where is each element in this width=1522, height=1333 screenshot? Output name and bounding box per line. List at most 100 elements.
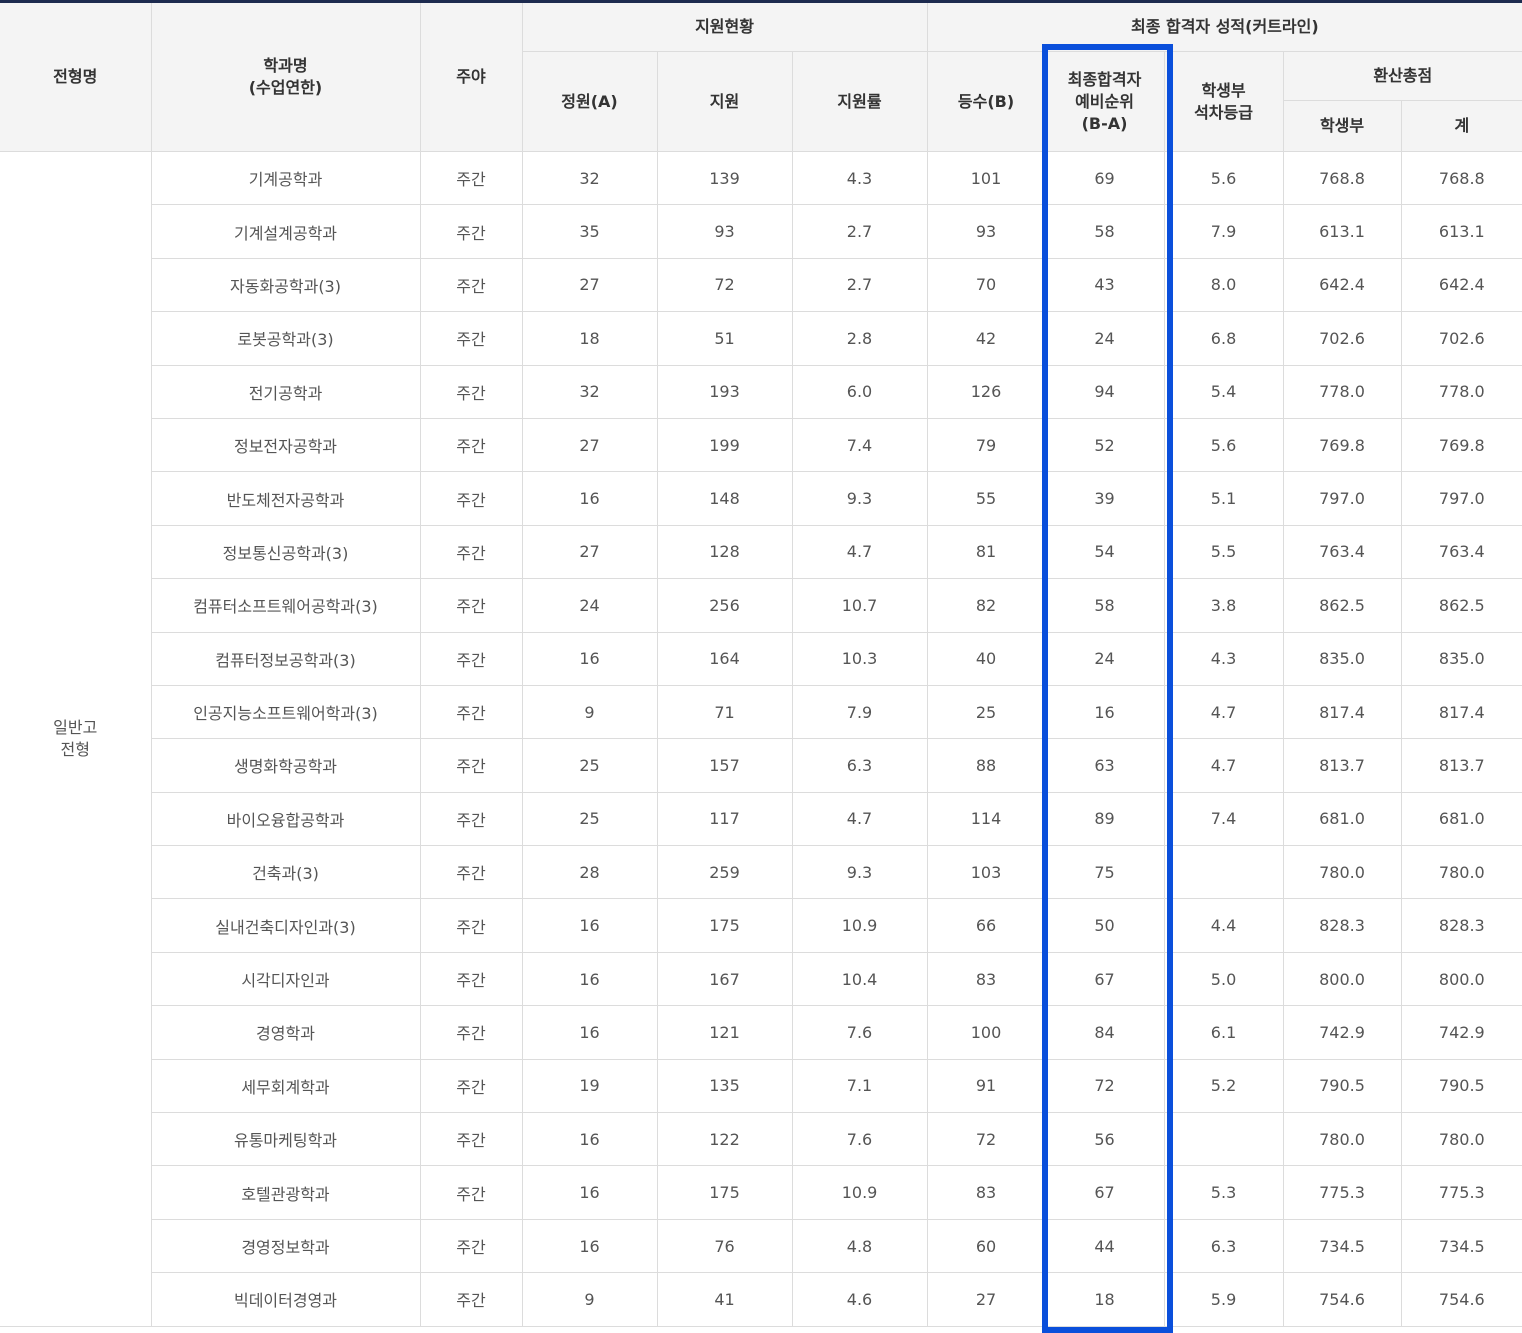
- score-total-cell: 778.0: [1400, 364, 1522, 419]
- header-score-total: 계: [1400, 100, 1522, 152]
- score-total-cell: 800.0: [1400, 951, 1522, 1007]
- table-row: 정보통신공학과(3) 주간 27 128 4.7 81 54 5.5 763.4 763.4: [0, 524, 1522, 580]
- applied-cell: 256: [656, 578, 793, 633]
- department-cell: 전기공학과: [151, 364, 421, 419]
- applied-cell: 157: [656, 738, 793, 793]
- ratio-cell: 6.3: [791, 738, 928, 793]
- department-cell: 경영정보학과: [151, 1218, 421, 1274]
- reserve-rank-cell: 50: [1044, 898, 1165, 953]
- quota-cell: 27: [521, 257, 658, 313]
- quota-cell: 18: [521, 311, 658, 366]
- ratio-cell: 4.3: [791, 150, 928, 206]
- score-record-cell: 828.3: [1282, 898, 1402, 953]
- score-total-cell: 790.5: [1400, 1058, 1522, 1114]
- department-cell: 정보전자공학과: [151, 417, 421, 473]
- table-row: 빅데이터경영과 주간 9 41 4.6 27 18 5.9 754.6 754.6: [0, 1272, 1522, 1327]
- department-cell: 세무회계학과: [151, 1058, 421, 1114]
- header-reserve-line1: 최종합격자: [1067, 69, 1142, 89]
- record-grade-cell: 5.3: [1163, 1165, 1284, 1220]
- day-night-cell: 주간: [419, 257, 523, 313]
- header-rank: 등수(B): [926, 51, 1046, 152]
- table-row: 정보전자공학과 주간 27 199 7.4 79 52 5.6 769.8 769.8: [0, 417, 1522, 473]
- record-grade-cell: 5.4: [1163, 364, 1284, 419]
- score-total-cell: 769.8: [1400, 417, 1522, 473]
- day-night-cell: 주간: [419, 845, 523, 900]
- table-row: 자동화공학과(3) 주간 27 72 2.7 70 43 8.0 642.4 642.4: [0, 257, 1522, 313]
- score-total-cell: 828.3: [1400, 898, 1522, 953]
- day-night-cell: 주간: [419, 578, 523, 633]
- ratio-cell: 4.7: [791, 524, 928, 580]
- record-grade-cell: 5.9: [1163, 1272, 1284, 1327]
- score-total-cell: 768.8: [1400, 150, 1522, 206]
- day-night-cell: 주간: [419, 311, 523, 366]
- quota-cell: 9: [521, 684, 658, 740]
- header-score-record: 학생부: [1283, 100, 1402, 152]
- record-grade-cell: 5.6: [1163, 150, 1284, 206]
- department-cell: 자동화공학과(3): [151, 257, 421, 313]
- record-grade-cell: 5.5: [1163, 524, 1284, 580]
- score-record-cell: 780.0: [1282, 845, 1402, 900]
- score-record-cell: 797.0: [1282, 471, 1402, 526]
- reserve-rank-cell: 63: [1044, 738, 1165, 793]
- reserve-rank-cell: 24: [1044, 311, 1165, 366]
- rank-cell: 66: [926, 898, 1046, 953]
- score-record-cell: 742.9: [1282, 1005, 1402, 1060]
- rank-cell: 101: [926, 150, 1046, 206]
- department-cell: 기계공학과: [150, 150, 421, 206]
- department-cell: 건축과(3): [151, 845, 421, 900]
- applied-cell: 164: [656, 631, 793, 686]
- quota-cell: 27: [521, 417, 658, 473]
- ratio-cell: 2.7: [791, 204, 928, 259]
- ratio-cell: 10.7: [791, 578, 928, 633]
- day-night-cell: 주간: [419, 1058, 523, 1114]
- header-ratio: 지원률: [791, 51, 928, 152]
- score-record-cell: 862.5: [1282, 578, 1402, 633]
- rank-cell: 25: [926, 684, 1046, 740]
- score-record-cell: 780.0: [1282, 1112, 1402, 1167]
- score-record-cell: 835.0: [1282, 631, 1402, 686]
- ratio-cell: 10.9: [791, 898, 928, 953]
- applied-cell: 71: [656, 684, 793, 740]
- admission-results-table: 전형명 학과명 (수업연한) 주야 지원현황 최종 합격자 성적(커트라인) 정…: [0, 0, 1522, 1327]
- day-night-cell: 주간: [419, 417, 523, 473]
- reserve-rank-cell: 89: [1044, 791, 1165, 847]
- applied-cell: 117: [656, 791, 793, 847]
- department-cell: 반도체전자공학과: [151, 471, 421, 526]
- header-reserve-line3: (B-A): [1081, 113, 1128, 133]
- header-final-group: 최종 합격자 성적(커트라인): [926, 1, 1522, 52]
- score-total-cell: 862.5: [1400, 578, 1522, 633]
- ratio-cell: 4.8: [791, 1218, 928, 1274]
- day-night-cell: 주간: [419, 684, 523, 740]
- header-quota: 정원(A): [522, 51, 658, 152]
- table-row: 일반고 전형 기계공학과 주간 32 139 4.3 101 69 5.6 768.8 768.8: [0, 150, 1522, 1327]
- record-grade-cell: 6.3: [1163, 1218, 1284, 1274]
- applied-cell: 259: [656, 845, 793, 900]
- ratio-cell: 9.3: [791, 845, 928, 900]
- day-night-cell: 주간: [419, 471, 523, 526]
- header-grade-line1: 학생부: [1201, 80, 1246, 100]
- table-row: 인공지능소프트웨어학과(3) 주간 9 71 7.9 25 16 4.7 817.4 817.4: [0, 684, 1522, 740]
- rank-cell: 40: [926, 631, 1046, 686]
- ratio-cell: 10.3: [791, 631, 928, 686]
- applied-cell: 121: [656, 1005, 793, 1060]
- score-record-cell: 613.1: [1282, 204, 1402, 259]
- reserve-rank-cell: 67: [1044, 951, 1165, 1007]
- rank-cell: 126: [926, 364, 1046, 419]
- quota-cell: 16: [521, 1112, 658, 1167]
- applied-cell: 175: [656, 898, 793, 953]
- reserve-rank-cell: 24: [1044, 631, 1165, 686]
- day-night-cell: 주간: [419, 1112, 523, 1167]
- quota-cell: 27: [521, 524, 658, 580]
- score-total-cell: 754.6: [1400, 1272, 1522, 1327]
- table-row: 컴퓨터소프트웨어공학과(3) 주간 24 256 10.7 82 58 3.8 862.5 862…: [0, 578, 1522, 633]
- ratio-cell: 7.6: [791, 1005, 928, 1060]
- score-record-cell: 768.8: [1282, 150, 1402, 206]
- quota-cell: 16: [521, 471, 658, 526]
- ratio-cell: 7.1: [791, 1058, 928, 1114]
- rank-cell: 81: [926, 524, 1046, 580]
- header-reserve-rank: 최종합격자 예비순위 (B-A): [1044, 51, 1165, 152]
- rank-cell: 83: [926, 951, 1046, 1007]
- table-row: 생명화학공학과 주간 25 157 6.3 88 63 4.7 813.7 813.7: [0, 738, 1522, 793]
- score-total-cell: 797.0: [1400, 471, 1522, 526]
- rank-cell: 27: [926, 1272, 1046, 1327]
